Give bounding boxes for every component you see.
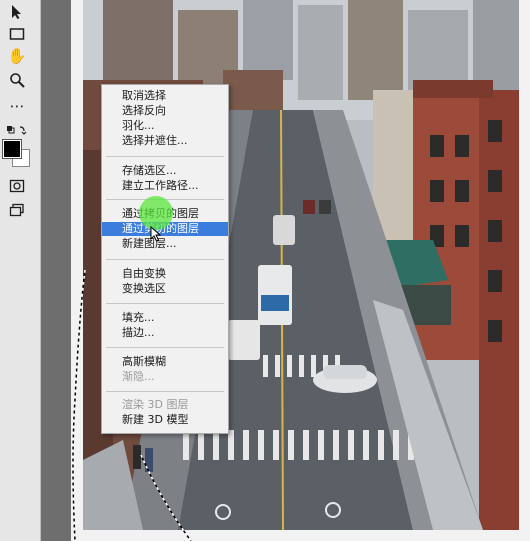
menu-item-select-inverse[interactable]: 选择反向 <box>102 104 228 118</box>
zoom-tool-icon[interactable] <box>6 70 28 90</box>
tools-panel: ✋ ⋯ <box>0 0 41 541</box>
menu-separator <box>106 347 224 348</box>
menu-item-save-selection[interactable]: 存储选区... <box>102 164 228 178</box>
menu-item-stroke[interactable]: 描边... <box>102 326 228 340</box>
menu-item-new-layer[interactable]: 新建图层... <box>102 237 228 251</box>
menu-item-new-3d-model[interactable]: 新建 3D 模型 <box>102 413 228 427</box>
more-tools-icon[interactable]: ⋯ <box>6 96 28 116</box>
menu-item-free-transform[interactable]: 自由变换 <box>102 267 228 281</box>
foreground-color-swatch[interactable] <box>2 139 22 159</box>
menu-item-gaussian-blur[interactable]: 高斯模糊 <box>102 355 228 369</box>
menu-item-fade: 渐隐... <box>122 370 155 383</box>
menu-item-render-3d-layer: 渲染 3D 图层 <box>122 398 189 411</box>
arrow-tool-icon[interactable] <box>6 2 28 22</box>
quick-mask-icon[interactable] <box>6 176 28 196</box>
menu-item-fill[interactable]: 填充... <box>102 311 228 325</box>
menu-separator <box>106 303 224 304</box>
menu-item-feather[interactable]: 羽化... <box>102 119 228 133</box>
menu-item-transform-selection[interactable]: 变换选区 <box>102 282 228 296</box>
rectangle-marquee-icon[interactable] <box>6 24 28 44</box>
hand-tool-icon[interactable]: ✋ <box>6 46 28 66</box>
swap-colors-icon[interactable] <box>6 120 28 140</box>
menu-item-make-work-path[interactable]: 建立工作路径... <box>102 179 228 193</box>
menu-separator <box>106 391 224 392</box>
menu-item-deselect[interactable]: 取消选择 <box>102 89 228 103</box>
menu-separator <box>106 259 224 260</box>
screen-mode-icon[interactable] <box>6 200 28 220</box>
context-menu: 取消选择 选择反向 羽化... 选择并遮住... 存储选区... 建立工作路径.… <box>101 84 229 434</box>
menu-item-select-and-mask[interactable]: 选择并遮住... <box>102 134 228 148</box>
menu-separator <box>106 156 224 157</box>
mouse-cursor-icon <box>150 226 162 242</box>
click-highlight <box>139 196 173 230</box>
